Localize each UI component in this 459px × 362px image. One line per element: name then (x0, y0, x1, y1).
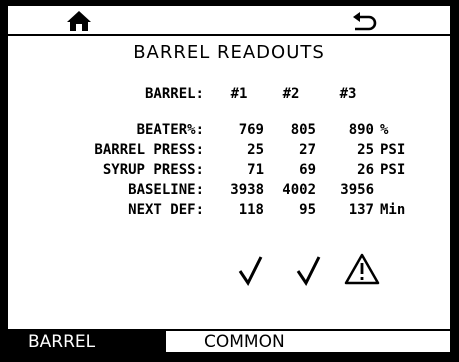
baseline-row: BASELINE: 3938 4002 3956 (8, 182, 450, 202)
barrel-2-value: 69 (299, 162, 316, 178)
barrel-3-value: 890 (348, 122, 374, 138)
barrel-press-row: BARREL PRESS: 25 27 25 PSI (8, 142, 450, 162)
barrel-3-value: 25 (357, 142, 374, 158)
row-label: BEATER%: (136, 122, 204, 138)
barrel-2-value: 4002 (282, 182, 316, 198)
barrel-header-row: BARREL: #1 #2 #3 (8, 86, 450, 106)
barrel-1-header: #1 (230, 86, 248, 102)
barrel-1-value: 71 (247, 162, 264, 178)
home-icon[interactable] (66, 10, 92, 32)
check-icon (238, 256, 263, 286)
row-label: BARREL PRESS: (94, 142, 204, 158)
row-label: NEXT DEF: (128, 202, 204, 218)
row-unit: PSI (380, 142, 406, 158)
barrel-3-value: 137 (348, 202, 374, 218)
tab-bar: BARREL COMMON (8, 329, 450, 352)
barrel-2-value: 27 (299, 142, 316, 158)
tab-barrel-label: BARREL (28, 332, 96, 352)
check-icon (296, 256, 321, 286)
row-label: BASELINE: (128, 182, 204, 198)
tab-common[interactable]: COMMON (204, 331, 285, 352)
page-title: BARREL READOUTS (133, 42, 325, 63)
back-icon[interactable] (351, 10, 377, 32)
tab-barrel[interactable]: BARREL (8, 331, 166, 352)
next-def-row: NEXT DEF: 118 95 137 Min (8, 202, 450, 222)
barrel-1-value: 118 (238, 202, 264, 218)
barrel-3-value: 26 (357, 162, 374, 178)
barrel-1-value: 3938 (230, 182, 264, 198)
warning-icon (344, 253, 380, 285)
barrel-1-value: 769 (238, 122, 264, 138)
tab-common-label: COMMON (204, 332, 285, 352)
barrel-header-label: BARREL: (144, 86, 204, 102)
barrel-2-header: #2 (282, 86, 300, 102)
barrel-2-value: 805 (290, 122, 316, 138)
barrel-1-value: 25 (247, 142, 264, 158)
row-label: SYRUP PRESS: (102, 162, 204, 178)
row-unit: % (380, 122, 389, 138)
barrel-3-value: 3956 (340, 182, 374, 198)
syrup-press-row: SYRUP PRESS: 71 69 26 PSI (8, 162, 450, 182)
screen: BARREL READOUTS BARREL: #1 #2 #3 BEATER%… (7, 5, 451, 353)
row-unit: Min (380, 202, 406, 218)
beater-row: BEATER%: 769 805 890 % (8, 122, 450, 142)
barrel-2-value: 95 (299, 202, 316, 218)
top-bar (8, 6, 450, 36)
row-unit: PSI (380, 162, 406, 178)
barrel-3-header: #3 (339, 86, 357, 102)
